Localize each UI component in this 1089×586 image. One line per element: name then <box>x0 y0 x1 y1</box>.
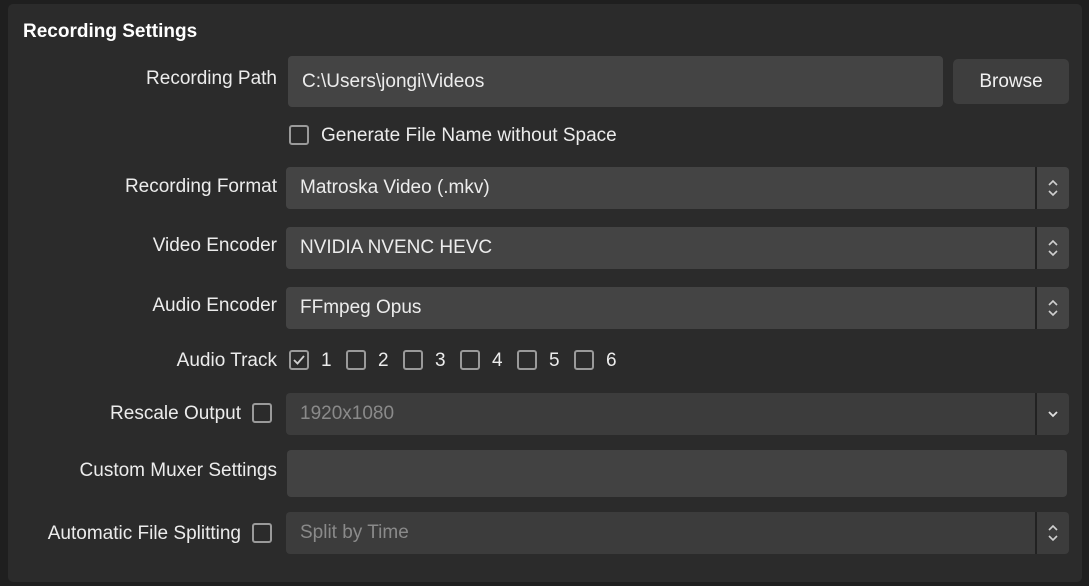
video-encoder-select[interactable]: NVIDIA NVENC HEVC <box>286 227 1069 269</box>
up-down-chevron-icon[interactable] <box>1035 287 1069 329</box>
custom-muxer-input[interactable] <box>287 450 1067 497</box>
audio-track-6-checkbox[interactable] <box>574 350 594 370</box>
audio-encoder-value: FFmpeg Opus <box>300 297 422 318</box>
audio-track-4-checkbox[interactable] <box>460 350 480 370</box>
audio-track-label: Audio Track <box>176 350 277 371</box>
browse-button[interactable]: Browse <box>953 59 1069 104</box>
file-splitting-checkbox[interactable] <box>252 523 272 543</box>
audio-track-3-label: 3 <box>435 350 446 371</box>
file-splitting-label: Automatic File Splitting <box>47 523 241 544</box>
audio-track-5-label: 5 <box>549 350 560 371</box>
custom-muxer-label: Custom Muxer Settings <box>79 460 277 481</box>
audio-track-2-label: 2 <box>378 350 389 371</box>
rescale-output-select[interactable]: 1920x1080 <box>286 393 1069 435</box>
up-down-chevron-icon[interactable] <box>1035 167 1069 209</box>
recording-format-value: Matroska Video (.mkv) <box>300 177 490 198</box>
audio-track-1-label: 1 <box>321 350 332 371</box>
audio-track-5-checkbox[interactable] <box>517 350 537 370</box>
up-down-chevron-icon[interactable] <box>1035 227 1069 269</box>
recording-format-select[interactable]: Matroska Video (.mkv) <box>286 167 1069 209</box>
section-title: Recording Settings <box>23 21 198 42</box>
audio-track-2-checkbox[interactable] <box>346 350 366 370</box>
file-splitting-value: Split by Time <box>300 522 409 543</box>
recording-path-input[interactable]: C:\Users\jongi\Videos <box>288 56 943 107</box>
up-down-chevron-icon[interactable] <box>1035 512 1069 554</box>
audio-encoder-label: Audio Encoder <box>152 295 277 316</box>
audio-track-3-checkbox[interactable] <box>403 350 423 370</box>
chevron-down-icon[interactable] <box>1035 393 1069 435</box>
generate-filename-checkbox[interactable] <box>289 125 309 145</box>
rescale-output-value: 1920x1080 <box>300 403 395 424</box>
recording-path-value: C:\Users\jongi\Videos <box>302 70 485 92</box>
audio-track-6-label: 6 <box>606 350 617 371</box>
generate-filename-label: Generate File Name without Space <box>321 125 617 146</box>
audio-track-1-checkbox[interactable] <box>289 350 309 370</box>
recording-path-label: Recording Path <box>146 68 277 89</box>
rescale-output-checkbox[interactable] <box>252 403 272 423</box>
video-encoder-label: Video Encoder <box>152 235 277 256</box>
file-splitting-select[interactable]: Split by Time <box>286 512 1069 554</box>
audio-track-4-label: 4 <box>492 350 503 371</box>
checkmark-icon <box>293 355 305 365</box>
recording-format-label: Recording Format <box>124 176 277 197</box>
video-encoder-value: NVIDIA NVENC HEVC <box>300 237 493 258</box>
audio-encoder-select[interactable]: FFmpeg Opus <box>286 287 1069 329</box>
rescale-output-label: Rescale Output <box>110 403 241 424</box>
recording-settings-panel: Recording Settings Recording Path C:\Use… <box>8 4 1082 582</box>
